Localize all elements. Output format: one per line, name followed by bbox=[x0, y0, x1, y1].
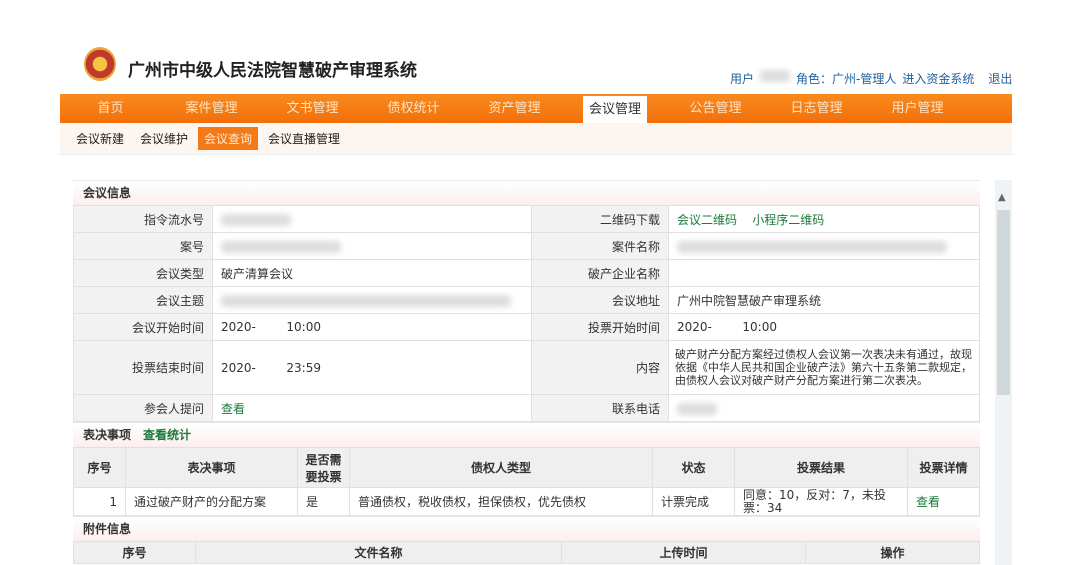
cell-no: 1 bbox=[73, 487, 126, 516]
cell-result: 同意：10，反对：7，未投票：34 bbox=[734, 487, 908, 516]
label-serial: 指令流水号 bbox=[73, 205, 213, 233]
value-company-name bbox=[668, 259, 980, 287]
miniprogram-qr-link[interactable]: 小程序二维码 bbox=[752, 213, 824, 227]
label-start-time: 会议开始时间 bbox=[73, 313, 213, 341]
user-name-redacted bbox=[760, 70, 791, 82]
cell-item: 通过破产财产的分配方案 bbox=[125, 487, 298, 516]
court-emblem-logo bbox=[84, 47, 116, 81]
nav-assets[interactable]: 资产管理 bbox=[464, 94, 565, 123]
value-content: 破产财产分配方案经过债权人会议第一次表决未有通过，故现依据《中华人民共和国企业破… bbox=[668, 340, 980, 395]
subnav-new-meeting[interactable]: 会议新建 bbox=[70, 127, 130, 150]
attachments-table: 序号 文件名称 上传时间 操作 bbox=[73, 541, 980, 564]
label-meeting-type: 会议类型 bbox=[73, 259, 213, 287]
col-result: 投票结果 bbox=[734, 447, 908, 488]
label-questions: 参会人提问 bbox=[73, 394, 213, 422]
table-row: 1 通过破产财产的分配方案 是 普通债权，税收债权，担保债权，优先债权 计票完成… bbox=[73, 487, 980, 516]
col-status: 状态 bbox=[652, 447, 735, 488]
nav-documents[interactable]: 文书管理 bbox=[262, 94, 363, 123]
app-title: 广州市中级人民法院智慧破产审理系统 bbox=[128, 61, 417, 81]
nav-claims[interactable]: 债权统计 bbox=[363, 94, 464, 123]
cell-need: 是 bbox=[297, 487, 350, 516]
subnav-live-management[interactable]: 会议直播管理 bbox=[262, 127, 346, 150]
main-nav: 首页 案件管理 文书管理 债权统计 资产管理 会议管理 公告管理 日志管理 用户… bbox=[60, 94, 1012, 123]
view-vote-detail-link[interactable]: 查看 bbox=[916, 495, 940, 509]
role-label: 角色：广州-管理人 bbox=[796, 72, 897, 86]
col-need-vote: 是否需要投票 bbox=[297, 447, 350, 488]
view-stats-link[interactable]: 查看统计 bbox=[143, 428, 191, 442]
value-vote-start: 2020- 10:00 bbox=[668, 313, 980, 341]
col-item: 表决事项 bbox=[125, 447, 298, 488]
col-creditor-types: 债权人类型 bbox=[349, 447, 653, 488]
meeting-detail-panel: 会议信息 指令流水号 二维码下载 会议二维码 小程序二维码 案号 案件名称 会议… bbox=[73, 180, 980, 564]
value-vote-end: 2020- 23:59 bbox=[212, 340, 532, 395]
user-label: 用户 bbox=[730, 72, 755, 86]
view-questions-link[interactable]: 查看 bbox=[221, 402, 245, 416]
attachments-heading: 附件信息 bbox=[73, 516, 980, 541]
scrollbar-thumb[interactable] bbox=[997, 210, 1010, 395]
sub-nav: 会议新建 会议维护 会议查询 会议直播管理 bbox=[60, 123, 1012, 155]
value-address: 广州中院智慧破产审理系统 bbox=[668, 286, 980, 314]
label-qr: 二维码下载 bbox=[531, 205, 669, 233]
fund-system-link[interactable]: 进入资金系统 bbox=[902, 70, 974, 87]
subnav-query-meeting[interactable]: 会议查询 bbox=[198, 127, 259, 150]
value-case-name bbox=[668, 232, 980, 260]
nav-meetings[interactable]: 会议管理 bbox=[583, 96, 647, 123]
label-vote-end: 投票结束时间 bbox=[73, 340, 213, 395]
votes-title: 表决事项 bbox=[83, 428, 132, 442]
vertical-scrollbar[interactable]: ▲ bbox=[995, 180, 1012, 565]
label-topic: 会议主题 bbox=[73, 286, 213, 314]
nav-announcements[interactable]: 公告管理 bbox=[665, 94, 766, 123]
meeting-qr-link[interactable]: 会议二维码 bbox=[677, 213, 737, 227]
votes-table: 序号 表决事项 是否需要投票 债权人类型 状态 投票结果 投票详情 1 通过破产… bbox=[73, 447, 980, 516]
cell-status: 计票完成 bbox=[652, 487, 735, 516]
value-phone bbox=[668, 394, 980, 422]
value-serial bbox=[212, 205, 532, 233]
nav-users[interactable]: 用户管理 bbox=[867, 94, 968, 123]
nav-logs[interactable]: 日志管理 bbox=[766, 94, 867, 123]
col-file-name: 文件名称 bbox=[195, 541, 562, 564]
col-detail: 投票详情 bbox=[907, 447, 980, 488]
label-company-name: 破产企业名称 bbox=[531, 259, 669, 287]
meeting-info-table: 指令流水号 二维码下载 会议二维码 小程序二维码 案号 案件名称 会议类型 破产… bbox=[73, 205, 980, 422]
votes-heading: 表决事项 查看统计 bbox=[73, 422, 980, 447]
value-meeting-type: 破产清算会议 bbox=[212, 259, 532, 287]
col-upload-time: 上传时间 bbox=[561, 541, 806, 564]
col-no: 序号 bbox=[73, 447, 126, 488]
label-address: 会议地址 bbox=[531, 286, 669, 314]
meeting-info-heading: 会议信息 bbox=[73, 180, 980, 205]
cell-types: 普通债权，税收债权，担保债权，优先债权 bbox=[349, 487, 653, 516]
nav-cases[interactable]: 案件管理 bbox=[161, 94, 262, 123]
value-case-no bbox=[212, 232, 532, 260]
label-vote-start: 投票开始时间 bbox=[531, 313, 669, 341]
value-topic bbox=[212, 286, 532, 314]
label-case-no: 案号 bbox=[73, 232, 213, 260]
label-content: 内容 bbox=[531, 340, 669, 395]
subnav-maintain-meeting[interactable]: 会议维护 bbox=[134, 127, 194, 150]
col-att-no: 序号 bbox=[73, 541, 196, 564]
scroll-up-icon[interactable]: ▲ bbox=[998, 192, 1006, 203]
label-case-name: 案件名称 bbox=[531, 232, 669, 260]
value-start-time: 2020- 10:00 bbox=[212, 313, 532, 341]
logout-link[interactable]: 退出 bbox=[988, 70, 1012, 87]
col-actions: 操作 bbox=[805, 541, 980, 564]
nav-home[interactable]: 首页 bbox=[60, 94, 161, 123]
label-phone: 联系电话 bbox=[531, 394, 669, 422]
user-bar: 用户 角色：广州-管理人 进入资金系统 退出 bbox=[730, 70, 1012, 87]
